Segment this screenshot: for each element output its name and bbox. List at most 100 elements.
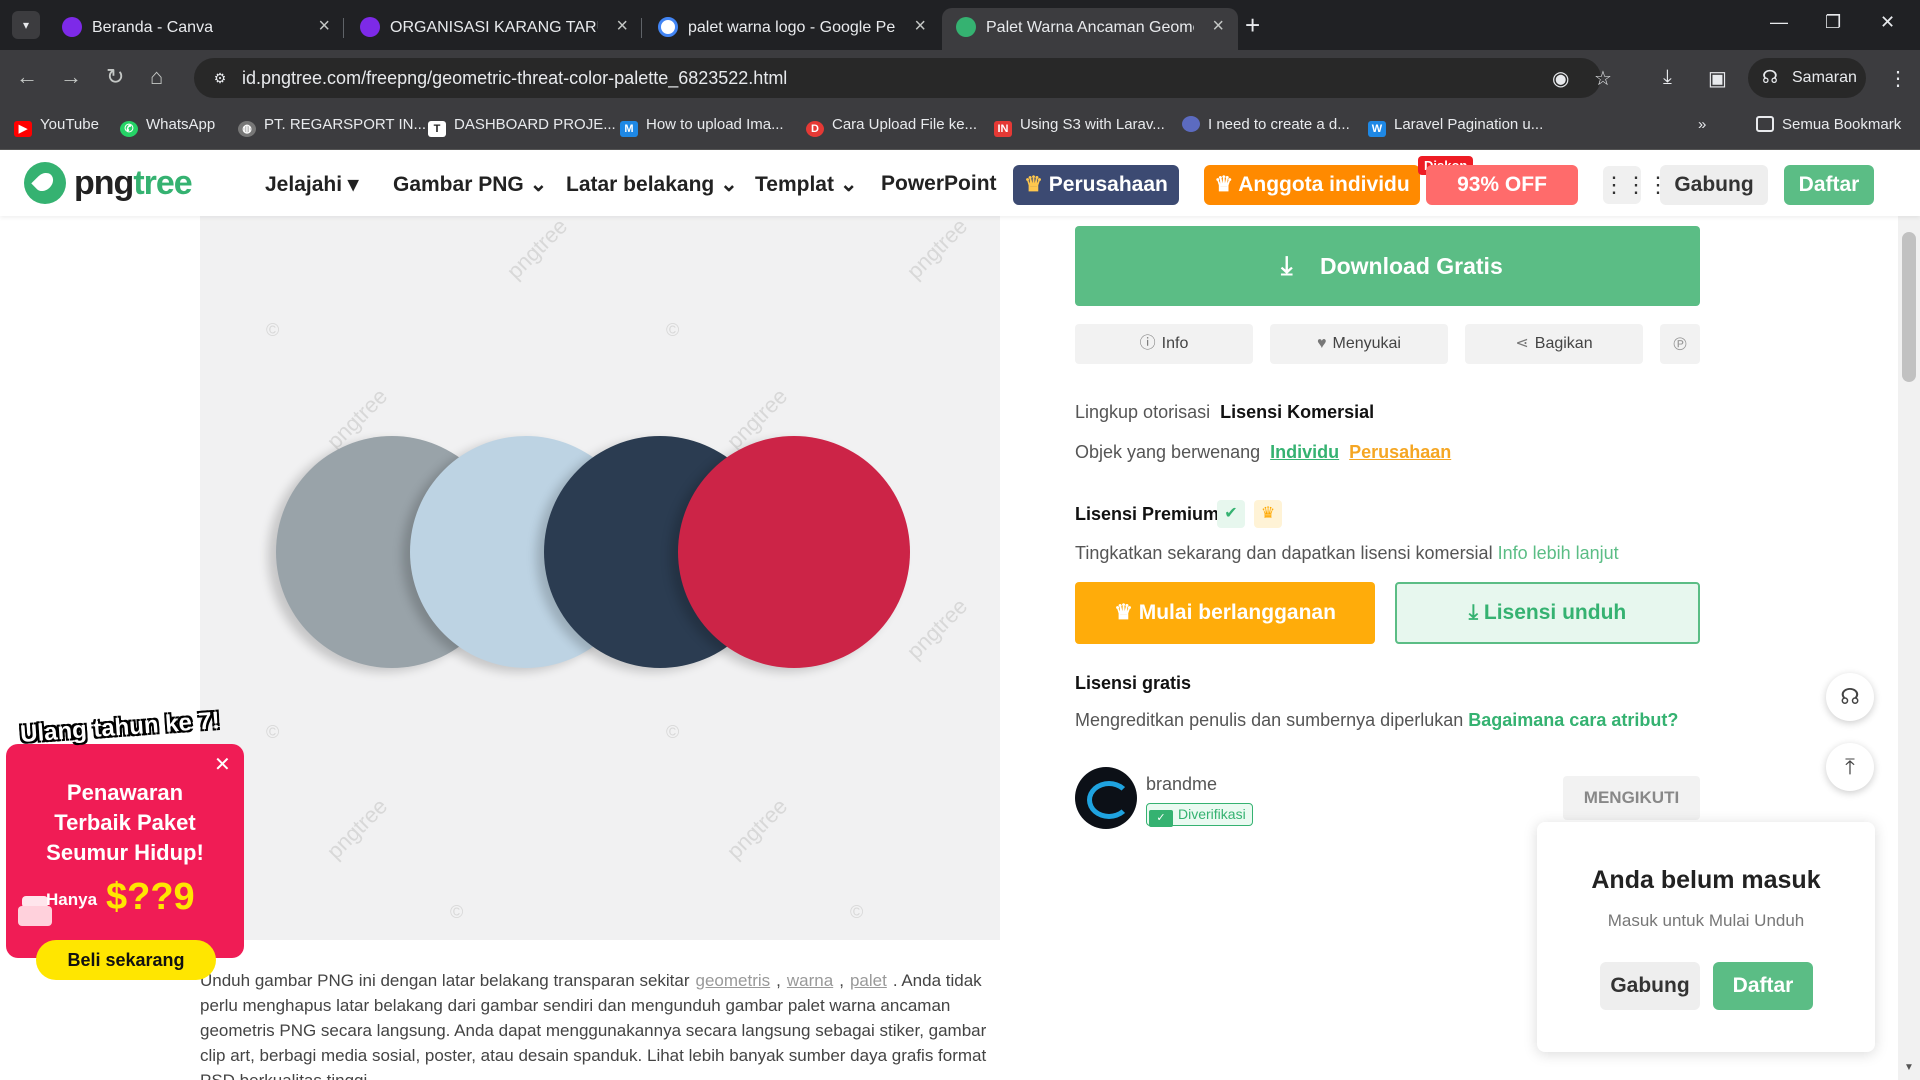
tracking-off-icon[interactable]: ◉ xyxy=(1552,66,1569,91)
gabung-button[interactable]: Gabung xyxy=(1660,165,1768,205)
home-icon[interactable]: ⌂ xyxy=(150,64,163,90)
bookmark-star-icon[interactable]: ☆ xyxy=(1594,66,1612,91)
anggota-individu-button[interactable]: ♛ Anggota individu xyxy=(1204,165,1420,205)
login-title: Anda belum masuk xyxy=(1591,866,1821,894)
premium-desc: Tingkatkan sekarang dan dapatkan lisensi… xyxy=(1075,543,1493,563)
verified-badge: ✓ Diverifikasi xyxy=(1146,803,1253,827)
new-tab-icon[interactable]: + xyxy=(1245,10,1260,41)
tab-google-search[interactable]: palet warna logo - Google Penelusuran × xyxy=(644,8,940,50)
logo-text-tree: tree xyxy=(133,164,192,202)
follow-button[interactable]: MENGIKUTI xyxy=(1563,776,1700,820)
all-bookmarks-folder[interactable]: Semua Bookmark xyxy=(1756,116,1901,133)
nav-latar-belakang[interactable]: Latar belakang ⌄ xyxy=(566,172,738,197)
download-gratis-button[interactable]: ⤓ Download Gratis xyxy=(1075,226,1700,306)
tab-title: ORGANISASI KARANG TARUNA xyxy=(390,19,598,36)
nav-powerpoint[interactable]: PowerPoint xyxy=(881,172,997,196)
login-subtitle: Masuk untuk Mulai Unduh xyxy=(1607,911,1805,930)
bookmark-create[interactable]: I need to create a d... xyxy=(1182,116,1350,133)
mulai-berlangganan-button[interactable]: ♛ Mulai berlangganan xyxy=(1075,582,1375,644)
address-bar[interactable]: ⚙ id.pngtree.com/freepng/geometric-threa… xyxy=(194,58,1612,98)
login-gabung-button[interactable]: Gabung xyxy=(1600,962,1700,1010)
discount-off-button[interactable]: 93% OFF xyxy=(1426,165,1578,205)
scrollbar-thumb[interactable] xyxy=(1902,232,1916,382)
bookmark-dashboard[interactable]: T DASHBOARD PROJE... xyxy=(428,116,616,137)
tag-link[interactable]: palet xyxy=(850,971,887,990)
beli-sekarang-button[interactable]: Beli sekarang xyxy=(36,940,216,980)
nav-templat[interactable]: Templat ⌄ xyxy=(755,172,857,197)
restore-icon[interactable]: ❐ xyxy=(1825,12,1841,33)
site-info-icon[interactable]: ⚙ xyxy=(206,64,234,92)
forward-icon[interactable]: → xyxy=(60,64,82,90)
bookmark-regarsport[interactable]: ◍ PT. REGARSPORT IN... xyxy=(238,116,426,137)
bookmark-whatsapp[interactable]: ✆ WhatsApp xyxy=(120,116,215,137)
download-icon: ⤓ xyxy=(1468,601,1479,624)
canva-icon xyxy=(360,17,380,37)
tab-beranda-canva[interactable]: Beranda - Canva × xyxy=(48,8,344,50)
tab-close-icon[interactable]: × xyxy=(914,15,926,38)
bookmark-upload-image[interactable]: M How to upload Ima... xyxy=(620,116,784,137)
individu-link[interactable]: Individu xyxy=(1270,442,1339,462)
attribution-link[interactable]: Bagaimana cara atribut? xyxy=(1468,710,1678,730)
tab-close-icon[interactable]: × xyxy=(318,15,330,38)
download-icon[interactable]: ⤓ xyxy=(1663,66,1672,89)
pinterest-icon[interactable]: ℗ xyxy=(1660,324,1700,364)
url-text[interactable]: id.pngtree.com/freepng/geometric-threat-… xyxy=(242,68,787,89)
info-lebih-lanjut-link[interactable]: Info lebih lanjut xyxy=(1498,543,1619,563)
bookmark-upload-file[interactable]: D Cara Upload File ke... xyxy=(806,116,977,137)
chevron-down-icon: ⌄ xyxy=(720,173,738,196)
author-avatar[interactable] xyxy=(1075,767,1137,829)
tag-link[interactable]: geometris xyxy=(696,971,771,990)
tab-close-icon[interactable]: × xyxy=(1212,15,1224,38)
login-daftar-button[interactable]: Daftar xyxy=(1713,962,1813,1010)
perusahaan-link[interactable]: Perusahaan xyxy=(1349,442,1451,462)
tab-organisasi[interactable]: ORGANISASI KARANG TARUNA × xyxy=(346,8,642,50)
watermark-text: pngtree xyxy=(321,793,393,864)
tableau-icon: T xyxy=(428,121,446,137)
nav-jelajahi[interactable]: Jelajahi ▾ xyxy=(265,172,358,197)
tab-search-button[interactable]: ▾ xyxy=(12,11,40,39)
watermark-copyright-icon: © xyxy=(266,320,280,340)
author-name[interactable]: brandme xyxy=(1146,774,1217,795)
bookmark-laravel-pagination[interactable]: W Laravel Pagination u... xyxy=(1368,116,1543,137)
watermark-text: pngtree xyxy=(501,216,573,284)
login-prompt-card: Anda belum masuk Masuk untuk Mulai Unduh… xyxy=(1537,822,1875,1052)
promo-close-icon[interactable]: ✕ xyxy=(214,752,231,777)
close-window-icon[interactable]: ✕ xyxy=(1880,12,1895,33)
tab-pngtree-active[interactable]: Palet Warna Ancaman Geometris × xyxy=(942,8,1238,50)
side-panel-icon[interactable]: ▣ xyxy=(1708,66,1727,91)
bookmark-youtube[interactable]: ▶ YouTube xyxy=(14,116,99,137)
apps-grid-icon[interactable]: ⋮⋮⋮ xyxy=(1603,166,1669,204)
watermark-text: pngtree xyxy=(901,216,973,284)
license-download-label: Lisensi unduh xyxy=(1483,601,1627,624)
menu-kebab-icon[interactable]: ⋮ xyxy=(1888,66,1908,91)
bookmark-s3-laravel[interactable]: IN Using S3 with Larav... xyxy=(994,116,1165,137)
tab-close-icon[interactable]: × xyxy=(616,15,628,38)
objek-label: Objek yang berwenang xyxy=(1075,442,1261,462)
lisensi-unduh-button[interactable]: ⤓ Lisensi unduh xyxy=(1395,582,1700,644)
incognito-profile-button[interactable]: ☊ Samaran xyxy=(1748,58,1866,98)
perusahaan-button[interactable]: ♛ Perusahaan xyxy=(1013,165,1179,205)
share-button[interactable]: ⋖ Bagikan xyxy=(1465,324,1643,364)
tab-title: Palet Warna Ancaman Geometris xyxy=(986,19,1194,36)
bookmark-label: Cara Upload File ke... xyxy=(832,116,978,133)
back-icon[interactable]: ← xyxy=(16,64,38,90)
info-button[interactable]: ⓘ Info xyxy=(1075,324,1253,364)
reload-icon[interactable]: ↻ xyxy=(106,64,124,90)
google-icon xyxy=(658,17,678,37)
premium-desc-row: Tingkatkan sekarang dan dapatkan lisensi… xyxy=(1075,543,1619,564)
page-scrollbar[interactable]: ▲ ▼ xyxy=(1898,150,1920,1080)
watermark-text: pngtree xyxy=(721,793,793,864)
like-button[interactable]: ♥ Menyukai xyxy=(1270,324,1448,364)
bookmarks-overflow-icon[interactable]: » xyxy=(1698,116,1706,133)
scroll-down-icon[interactable]: ▼ xyxy=(1904,1062,1914,1073)
bookmark-label: I need to create a d... xyxy=(1208,116,1350,133)
tag-link[interactable]: warna xyxy=(787,971,833,990)
bookmark-label: YouTube xyxy=(40,116,99,133)
folder-icon xyxy=(1756,116,1774,132)
headset-support-icon[interactable]: ☊ xyxy=(1826,673,1874,721)
daftar-button[interactable]: Daftar xyxy=(1784,165,1874,205)
minimize-icon[interactable]: — xyxy=(1770,12,1788,33)
nav-gambar-png[interactable]: Gambar PNG ⌄ xyxy=(393,172,547,197)
image-preview[interactable]: pngtree pngtree pngtree pngtree pngtree … xyxy=(200,216,1000,940)
back-to-top-icon[interactable]: ⤒ xyxy=(1826,743,1874,791)
